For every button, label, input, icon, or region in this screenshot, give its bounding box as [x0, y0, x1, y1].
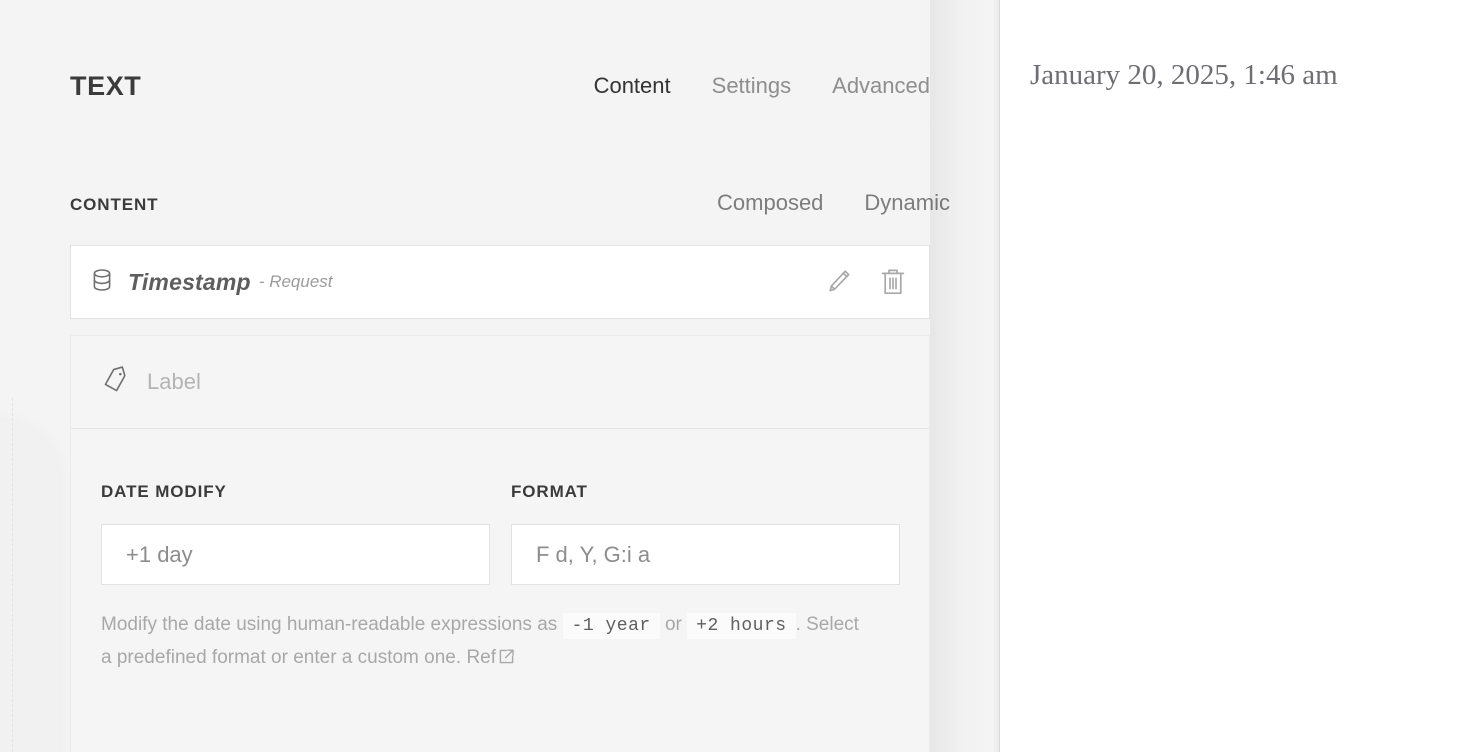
date-modify-label-col: DATE MODIFY: [101, 482, 511, 585]
content-mode-tabs: Composed Dynamic: [717, 190, 950, 216]
panel-left-dashed-rail: [12, 398, 13, 752]
tag-icon: [100, 365, 130, 400]
tab-advanced[interactable]: Advanced: [832, 73, 930, 99]
trash-icon[interactable]: [879, 266, 907, 298]
page-title: TEXT: [70, 70, 142, 101]
format-label: FORMAT: [511, 482, 588, 501]
label-field-row[interactable]: Label: [71, 336, 929, 429]
dynamic-tag-row[interactable]: Timestamp - Request: [70, 245, 930, 319]
preview-date-text: January 20, 2025, 1:46 am: [1030, 59, 1338, 91]
content-section-header: CONTENT Composed Dynamic: [70, 190, 950, 224]
editor-header: TEXT Content Settings Advanced: [70, 60, 932, 112]
help-code-2: +2 hours: [687, 613, 796, 639]
editor-panel: TEXT Content Settings Advanced CONTENT C…: [0, 0, 1000, 752]
preview-pane: January 20, 2025, 1:46 am: [1000, 0, 1482, 752]
format-input[interactable]: [511, 524, 900, 585]
pencil-icon[interactable]: [825, 267, 853, 297]
panel-left-shade: [0, 420, 60, 752]
fields-area: DATE MODIFY FORMAT Modify the date using…: [71, 429, 929, 674]
dynamic-tag-actions: [825, 266, 907, 298]
mode-tab-dynamic[interactable]: Dynamic: [864, 190, 950, 216]
content-section-label: CONTENT: [70, 195, 159, 214]
help-part-2: or: [664, 614, 682, 635]
fields-help-text: Modify the date using human-readable exp…: [101, 609, 861, 674]
mode-tab-composed[interactable]: Composed: [717, 190, 823, 216]
tag-settings-card: Label DATE MODIFY FORMAT Modify the date…: [70, 335, 930, 752]
panel-edge-shadow: [930, 0, 1000, 752]
field-labels-row: DATE MODIFY FORMAT: [101, 482, 929, 585]
ref-link[interactable]: Ref: [466, 647, 516, 668]
date-modify-input[interactable]: [101, 524, 490, 585]
external-link-icon: [499, 649, 514, 664]
database-icon: [91, 268, 113, 297]
ref-link-label: Ref: [466, 647, 497, 668]
dynamic-tag-source: - Request: [258, 272, 333, 291]
label-field-placeholder: Label: [147, 369, 201, 394]
dynamic-tag-name: Timestamp: [128, 268, 251, 295]
editor-tabs: Content Settings Advanced: [594, 73, 932, 99]
tab-settings[interactable]: Settings: [712, 73, 792, 99]
help-code-1: -1 year: [562, 613, 660, 639]
tab-content[interactable]: Content: [594, 73, 671, 99]
format-label-col: FORMAT: [511, 482, 901, 585]
app-root: TEXT Content Settings Advanced CONTENT C…: [0, 0, 1482, 752]
date-modify-label: DATE MODIFY: [101, 482, 227, 501]
help-part-1: Modify the date using human-readable exp…: [101, 614, 558, 635]
